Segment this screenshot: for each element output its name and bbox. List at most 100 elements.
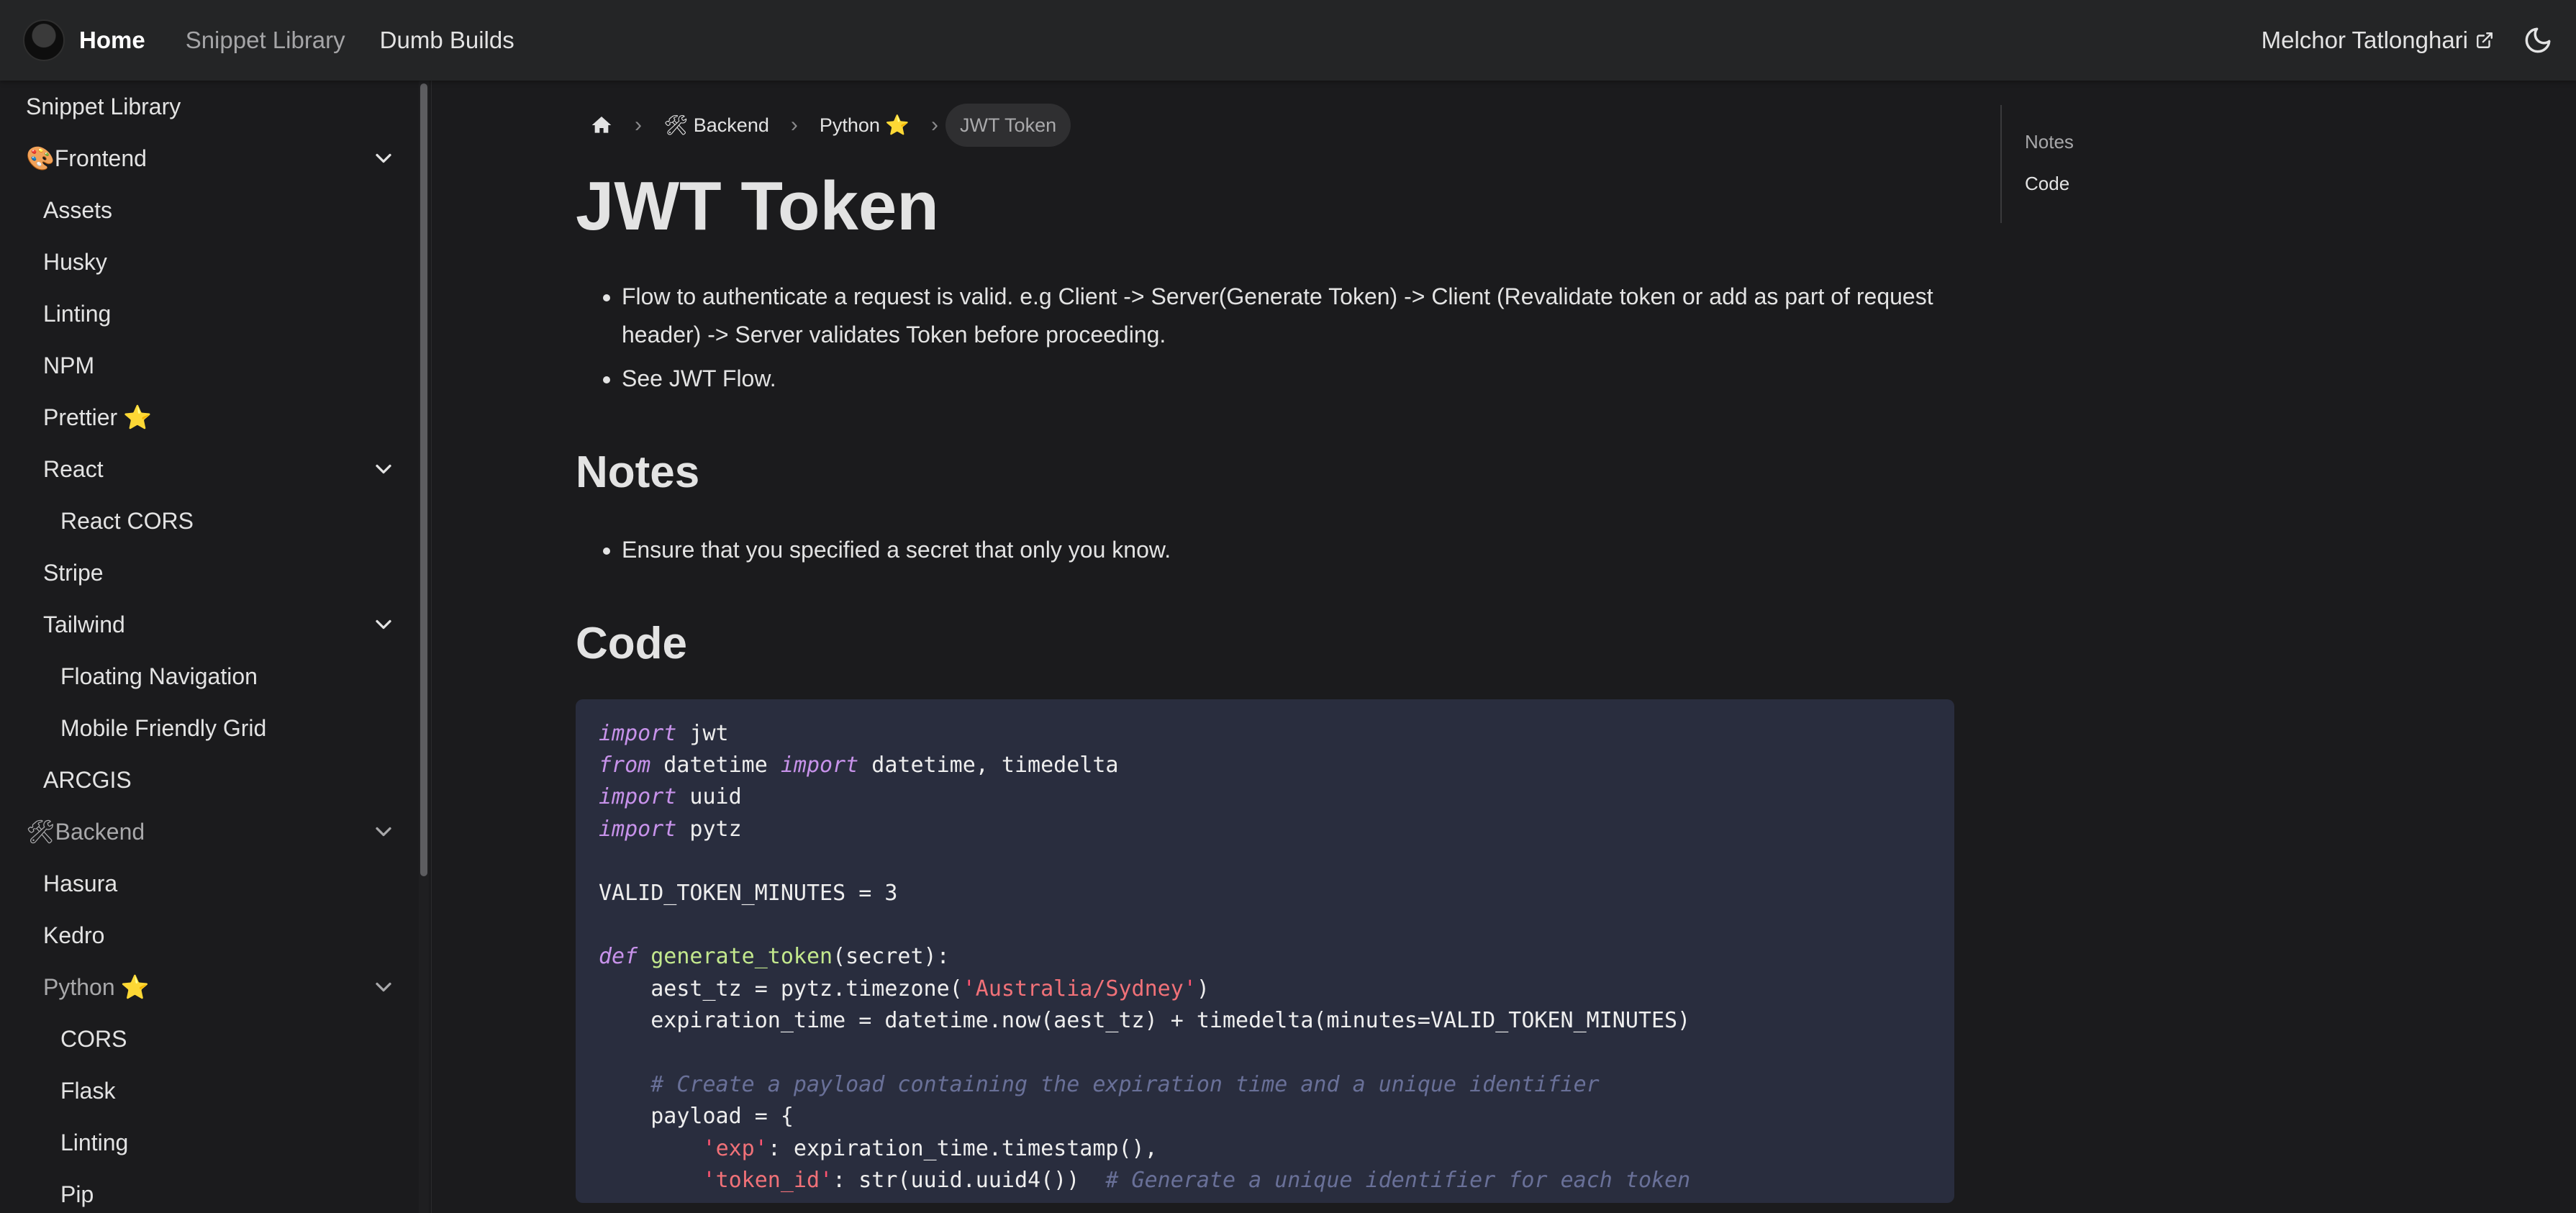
code-line: import jwt (599, 720, 729, 746)
sidebar-item-label: Flask (60, 1077, 116, 1104)
sidebar-item-linting[interactable]: Linting (0, 288, 431, 340)
sidebar-item-label: Stripe (43, 559, 104, 586)
breadcrumb-separator-icon: › (790, 113, 798, 137)
code-line: 'token_id': str(uuid.uuid4()) # Generate… (702, 1168, 1691, 1194)
sidebar-item-label: Linting (43, 300, 112, 327)
brand-home-link[interactable]: Home (23, 19, 145, 61)
sidebar-item-label: Husky (43, 248, 107, 275)
sidebar-item-kedro[interactable]: Kedro (0, 909, 431, 961)
sidebar-item-label: React CORS (60, 507, 194, 534)
table-of-contents: Notes Code (2000, 105, 2216, 223)
code-line: # Create a payload containing the expira… (650, 1071, 1600, 1097)
sidebar-item-react[interactable]: React (0, 443, 431, 495)
toc-item-notes[interactable]: Notes (2025, 131, 2216, 173)
breadcrumb-python[interactable]: Python ⭐ (805, 104, 924, 147)
sidebar-item-label: Kedro (43, 922, 105, 948)
notes-heading: Notes (576, 447, 700, 497)
sidebar-item-label: Backend (55, 818, 145, 845)
sidebar-item-linting-python[interactable]: Linting (0, 1117, 431, 1168)
sidebar-item-flask[interactable]: Flask (0, 1065, 431, 1117)
intro-list: Flow to authenticate a request is valid.… (622, 278, 1954, 398)
code-line: VALID_TOKEN_MINUTES = 3 (599, 880, 898, 906)
nav-link-dumb-builds[interactable]: Dumb Builds (380, 27, 514, 54)
sidebar-item-react-cors[interactable]: React CORS (0, 495, 431, 547)
breadcrumb-separator-icon: › (635, 113, 642, 137)
author-link[interactable]: Melchor Tatlonghari (2262, 27, 2494, 54)
navbar-right: Melchor Tatlonghari (2262, 25, 2553, 55)
sidebar-item-label: Prettier (43, 404, 118, 430)
star-icon: ⭐ (123, 404, 152, 430)
sidebar-item-label: Frontend (54, 145, 147, 171)
sidebar-menu: Snippet Library 🎨 Frontend Assets Husky … (0, 81, 431, 1213)
sidebar-item-label: Mobile Friendly Grid (60, 714, 267, 741)
sidebar-item-assets[interactable]: Assets (0, 184, 431, 236)
star-icon: ⭐ (120, 974, 150, 1000)
chevron-down-icon[interactable] (371, 974, 396, 1000)
dark-mode-toggle-moon-icon[interactable] (2523, 25, 2553, 55)
sidebar-item-husky[interactable]: Husky (0, 236, 431, 288)
sidebar-item-label: Hasura (43, 870, 118, 896)
code-line: def generate_token(secret): (599, 944, 950, 970)
sidebar-item-cors[interactable]: CORS (0, 1013, 431, 1065)
top-navbar: Home Snippet Library Dumb Builds Melchor… (0, 0, 2576, 81)
page-title: JWT Token (576, 168, 939, 245)
code-line: import pytz (599, 816, 742, 842)
sidebar-item-prettier[interactable]: Prettier ⭐ (0, 391, 431, 443)
sidebar-item-label: ARCGIS (43, 766, 132, 793)
avatar (23, 19, 65, 61)
chevron-down-icon[interactable] (371, 456, 396, 482)
palette-icon: 🎨 (26, 145, 55, 171)
code-line: aest_tz = pytz.timezone('Australia/Sydne… (599, 976, 1210, 1001)
sidebar-item-pip[interactable]: Pip (0, 1168, 431, 1213)
chevron-down-icon[interactable] (371, 612, 396, 637)
sidebar-item-backend[interactable]: 🛠 Backend (0, 806, 431, 858)
sidebar-item-label: NPM (43, 352, 95, 378)
sidebar-item-label: Linting (60, 1129, 129, 1155)
home-icon (591, 117, 612, 133)
list-item: See JWT Flow. (622, 360, 1954, 398)
sidebar-item-npm[interactable]: NPM (0, 340, 431, 391)
code-line: import uuid (599, 784, 742, 810)
breadcrumb-separator-icon: › (931, 113, 939, 137)
sidebar-item-label: Snippet Library (26, 93, 181, 119)
sidebar-item-python[interactable]: Python ⭐ (0, 961, 431, 1013)
sidebar-item-label: Tailwind (43, 611, 125, 637)
sidebar-item-label: Pip (60, 1181, 94, 1207)
chevron-down-icon[interactable] (371, 145, 396, 171)
nav-link-snippet-library[interactable]: Snippet Library (186, 27, 345, 54)
author-name[interactable]: Melchor Tatlonghari (2262, 27, 2468, 54)
sidebar-item-label: Python (43, 973, 115, 1000)
external-link-icon (2475, 31, 2494, 50)
breadcrumb-current-page: JWT Token (945, 104, 1071, 147)
code-block[interactable]: import jwt from datetime import datetime,… (576, 699, 1954, 1203)
code-line: payload = { (599, 1104, 794, 1130)
breadcrumb: › 🛠 Backend › Python ⭐ › JWT Token (576, 95, 1954, 155)
sidebar-scrollbar-thumb[interactable] (420, 83, 427, 876)
chevron-down-icon[interactable] (371, 819, 396, 845)
sidebar-item-frontend[interactable]: 🎨 Frontend (0, 132, 431, 184)
sidebar-item-floating-navigation[interactable]: Floating Navigation (0, 650, 431, 702)
code-heading: Code (576, 618, 687, 668)
code-line: expiration_time = datetime.now(aest_tz) … (599, 1008, 1691, 1034)
sidebar-item-snippet-library[interactable]: Snippet Library (0, 81, 431, 132)
sidebar-item-label: React (43, 455, 104, 482)
sidebar-item-stripe[interactable]: Stripe (0, 547, 431, 599)
sidebar-item-hasura[interactable]: Hasura (0, 858, 431, 909)
sidebar-item-tailwind[interactable]: Tailwind (0, 599, 431, 650)
hammer-wrench-icon: 🛠 (26, 819, 55, 845)
breadcrumb-backend[interactable]: 🛠 Backend (649, 104, 784, 147)
list-item: Flow to authenticate a request is valid.… (622, 278, 1954, 354)
code-line: 'exp': expiration_time.timestamp(), (702, 1135, 1158, 1161)
notes-list: Ensure that you specified a secret that … (622, 531, 1954, 569)
sidebar-item-mobile-friendly-grid[interactable]: Mobile Friendly Grid (0, 702, 431, 754)
sidebar-item-arcgis[interactable]: ARCGIS (0, 754, 431, 806)
toc-item-code[interactable]: Code (2025, 173, 2216, 214)
sidebar-item-label: CORS (60, 1025, 127, 1052)
sidebar-item-label: Assets (43, 196, 113, 223)
sidebar-item-label: Floating Navigation (60, 663, 258, 689)
brand-title[interactable]: Home (79, 27, 145, 54)
breadcrumb-home[interactable] (576, 104, 627, 147)
